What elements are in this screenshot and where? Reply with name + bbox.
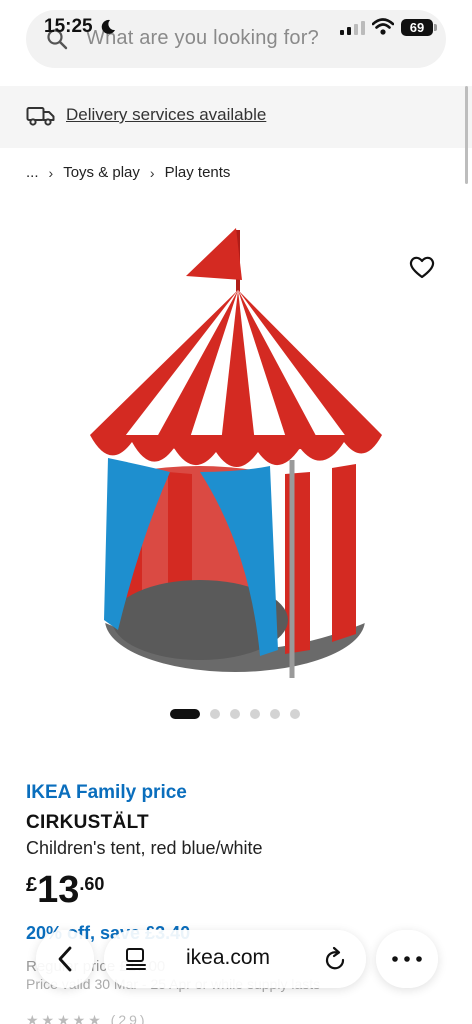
product-price: £ 13 .60 <box>26 870 104 910</box>
product-image[interactable] <box>60 210 410 690</box>
wifi-icon <box>372 18 394 35</box>
address-bar[interactable]: ikea.com <box>104 930 366 988</box>
breadcrumb-item-play-tents[interactable]: Play tents <box>165 164 231 181</box>
more-icon <box>392 956 422 962</box>
carousel-dots[interactable] <box>170 709 310 719</box>
family-price-label: IKEA Family price <box>26 782 187 803</box>
carousel-dot[interactable] <box>210 709 220 719</box>
reload-icon[interactable] <box>323 946 347 972</box>
breadcrumb-ellipsis[interactable]: ... <box>26 164 39 181</box>
chevron-right-icon: › <box>149 164 155 181</box>
carousel-dot[interactable] <box>250 709 260 719</box>
delivery-banner[interactable]: Delivery services available <box>0 86 472 148</box>
product-name: CIRKUSTÄLT <box>26 812 149 833</box>
heart-icon[interactable] <box>409 255 435 279</box>
rating-stars[interactable]: ★★★★★ (29) <box>26 1012 148 1024</box>
back-button[interactable] <box>36 930 94 988</box>
tabs-icon[interactable] <box>124 947 148 971</box>
price-integer: 13 <box>37 869 80 911</box>
breadcrumb-item-toys[interactable]: Toys & play <box>63 164 140 181</box>
signal-icon <box>340 21 365 35</box>
rating-count: (29) <box>110 1012 148 1024</box>
search-input[interactable]: What are you looking for? <box>86 27 319 50</box>
price-currency: £ <box>26 874 38 896</box>
url-text[interactable]: ikea.com <box>186 946 270 970</box>
truck-icon <box>26 107 55 126</box>
carousel-dot[interactable] <box>290 709 300 719</box>
scrollbar[interactable] <box>465 86 468 184</box>
carousel-dot[interactable] <box>170 709 200 719</box>
moon-icon <box>101 19 115 34</box>
status-time: 15:25 <box>44 16 93 37</box>
product-description: Children's tent, red blue/white <box>26 838 263 858</box>
chevron-left-icon <box>58 946 72 972</box>
chevron-right-icon: › <box>48 164 54 181</box>
price-decimal: .60 <box>79 874 105 894</box>
carousel-dot[interactable] <box>270 709 280 719</box>
battery-tip <box>434 24 437 31</box>
delivery-link[interactable]: Delivery services available <box>66 105 266 125</box>
battery-indicator: 69 <box>401 19 433 36</box>
carousel-dot[interactable] <box>230 709 240 719</box>
breadcrumb: ... › Toys & play › Play tents <box>26 164 230 181</box>
more-button[interactable] <box>376 930 438 988</box>
